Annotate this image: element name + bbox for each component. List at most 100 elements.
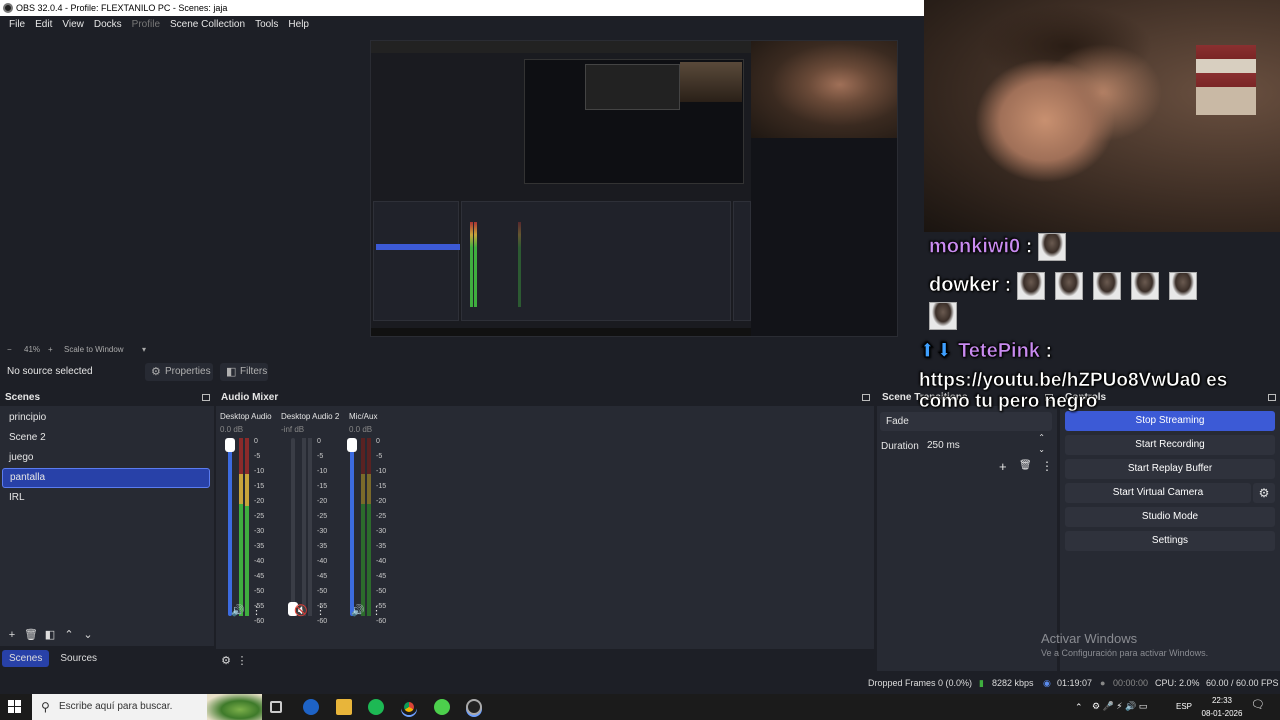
scenes-dock-header: Scenes xyxy=(0,390,214,406)
record-icon: ● xyxy=(1100,678,1106,688)
clock-time: 22:33 xyxy=(1211,696,1233,705)
meter-tick-label: -45 xyxy=(376,573,387,580)
menu-docks[interactable]: Docks xyxy=(89,16,127,33)
tab-sources[interactable]: Sources xyxy=(53,650,104,667)
more-options-icon[interactable]: ⋮ xyxy=(234,653,250,669)
filters-button[interactable]: ◧ Filters xyxy=(220,363,268,381)
menu-help[interactable]: Help xyxy=(283,16,314,33)
scene-item-pantalla[interactable]: pantalla xyxy=(2,468,210,488)
app-icon[interactable] xyxy=(303,699,319,715)
start-recording-button[interactable]: Start Recording xyxy=(1065,435,1275,455)
trash-icon[interactable]: 🗑 xyxy=(1019,460,1032,471)
bitrate: 8282 kbps xyxy=(992,678,1034,688)
studio-mode-button[interactable]: Studio Mode xyxy=(1065,507,1275,527)
volume-slider[interactable] xyxy=(225,438,235,616)
spotify-icon[interactable] xyxy=(368,699,384,715)
scale-mode-select[interactable]: Scale to Window xyxy=(64,345,124,354)
language-indicator[interactable]: ESP xyxy=(1176,700,1192,713)
nested-webcam xyxy=(751,41,897,138)
scene-item-scene-2[interactable]: Scene 2 xyxy=(2,428,210,448)
chat-message-1: monkiwi0 : xyxy=(929,233,1076,261)
more-options-icon[interactable]: ⋮ xyxy=(1041,459,1053,473)
emote-icon xyxy=(1130,271,1159,300)
clock[interactable]: 22:33 08-01-2026 xyxy=(1198,694,1246,720)
undock-icon[interactable] xyxy=(862,394,870,401)
volume-slider[interactable] xyxy=(347,438,357,616)
chat-text-line: https://youtu.be/hZPUo8VwUa0 es xyxy=(919,370,1228,392)
meter-tick-label: -30 xyxy=(317,528,328,535)
meter-tick-label: -20 xyxy=(254,498,265,505)
more-options-icon[interactable]: ⋮ xyxy=(315,604,326,617)
zoom-out-button[interactable]: − xyxy=(7,345,12,354)
taskbar-search[interactable]: ⚲ Escribe aquí para buscar. xyxy=(32,694,262,720)
scene-item-principio[interactable]: principio xyxy=(2,408,210,428)
menu-scene-collection[interactable]: Scene Collection xyxy=(165,16,250,33)
filter-icon[interactable]: ◧ xyxy=(42,627,58,643)
gear-icon: ⚙ xyxy=(151,366,161,378)
task-view-icon[interactable] xyxy=(270,701,282,713)
speaker-icon[interactable]: 🔊 xyxy=(351,604,365,617)
obs-taskbar-icon[interactable] xyxy=(466,699,482,715)
chat-message-3: ⬆⬇ TetePink : xyxy=(919,338,1053,363)
add-icon[interactable]: + xyxy=(4,627,20,643)
chrome-icon[interactable] xyxy=(401,699,417,715)
meter-tick-label: 0 xyxy=(317,438,321,445)
notification-icon[interactable]: 🗨 xyxy=(1251,699,1265,712)
menu-profile[interactable]: Profile xyxy=(127,16,165,33)
tray-icons[interactable]: ⚙ 🎤 ⚡ 🔊 ▭ xyxy=(1092,700,1147,713)
meter-tick-label: -5 xyxy=(376,453,383,460)
menu-edit[interactable]: Edit xyxy=(30,16,57,33)
transition-select[interactable]: Fade xyxy=(880,412,1052,431)
chat-username: dowker xyxy=(929,274,1000,297)
mixer-toolbar: ⚙ ⋮ xyxy=(216,649,874,671)
menu-tools[interactable]: Tools xyxy=(250,16,283,33)
advanced-audio-icon[interactable]: ⚙ xyxy=(218,653,234,669)
undock-icon[interactable] xyxy=(1268,394,1276,401)
zoom-in-button[interactable]: + xyxy=(48,345,53,354)
scenes-toolbar: + 🗑 ◧ ⌃ ⌄ xyxy=(0,627,214,645)
channel-db: -inf dB xyxy=(281,425,305,434)
tab-scenes[interactable]: Scenes xyxy=(2,650,50,667)
more-options-icon[interactable]: ⋮ xyxy=(251,604,262,617)
meter-tick-label: -45 xyxy=(317,573,328,580)
muted-speaker-icon[interactable]: 🔇 xyxy=(294,604,308,617)
stop-streaming-button[interactable]: Stop Streaming xyxy=(1065,411,1275,431)
audio-mixer-title: Audio Mixer xyxy=(221,392,279,403)
move-up-icon[interactable]: ⌃ xyxy=(61,627,77,643)
emote-icon xyxy=(1054,271,1083,300)
emote-icon xyxy=(1168,271,1197,300)
menu-file[interactable]: File xyxy=(4,16,30,33)
more-options-icon[interactable]: ⋮ xyxy=(371,604,382,617)
search-icon: ⚲ xyxy=(41,700,50,714)
windows-start-icon[interactable] xyxy=(8,700,22,714)
app-icon[interactable] xyxy=(434,699,450,715)
virtual-camera-settings-button[interactable]: ⚙ xyxy=(1253,483,1275,503)
start-virtual-camera-button[interactable]: Start Virtual Camera xyxy=(1065,483,1251,503)
scene-item-irl[interactable]: IRL xyxy=(2,488,210,508)
start-replay-buffer-button[interactable]: Start Replay Buffer xyxy=(1065,459,1275,479)
chevron-down-icon[interactable]: ▾ xyxy=(142,345,146,354)
settings-button[interactable]: Settings xyxy=(1065,531,1275,551)
level-meter xyxy=(361,438,365,616)
obs-logo-icon xyxy=(3,3,13,13)
add-icon[interactable]: + xyxy=(999,459,1007,474)
speaker-icon[interactable]: 🔊 xyxy=(231,604,245,617)
undock-icon[interactable] xyxy=(202,394,210,401)
meter-tick-label: -30 xyxy=(254,528,265,535)
move-down-icon[interactable]: ⌄ xyxy=(80,627,96,643)
meter-tick-label: -5 xyxy=(317,453,324,460)
properties-button[interactable]: ⚙ Properties xyxy=(145,363,213,381)
file-explorer-icon[interactable] xyxy=(336,699,352,715)
meter-tick-label: 0 xyxy=(254,438,258,445)
status-bar: Dropped Frames 0 (0.0%) ▮ 8282 kbps ◉ 01… xyxy=(0,673,1280,693)
duration-spinbox[interactable]: 250 ms ⌃ ⌄ xyxy=(921,433,1051,455)
meter-tick-label: -25 xyxy=(376,513,387,520)
level-meter xyxy=(239,438,243,616)
preview-canvas[interactable] xyxy=(370,40,898,337)
menu-view[interactable]: View xyxy=(57,16,89,33)
scene-item-juego[interactable]: juego xyxy=(2,448,210,468)
volume-slider[interactable] xyxy=(288,438,298,616)
trash-icon[interactable]: 🗑 xyxy=(23,627,39,643)
spin-arrows-icon[interactable]: ⌃ ⌄ xyxy=(1038,432,1045,456)
tray-chevron-icon[interactable]: ⌃ xyxy=(1075,701,1083,714)
